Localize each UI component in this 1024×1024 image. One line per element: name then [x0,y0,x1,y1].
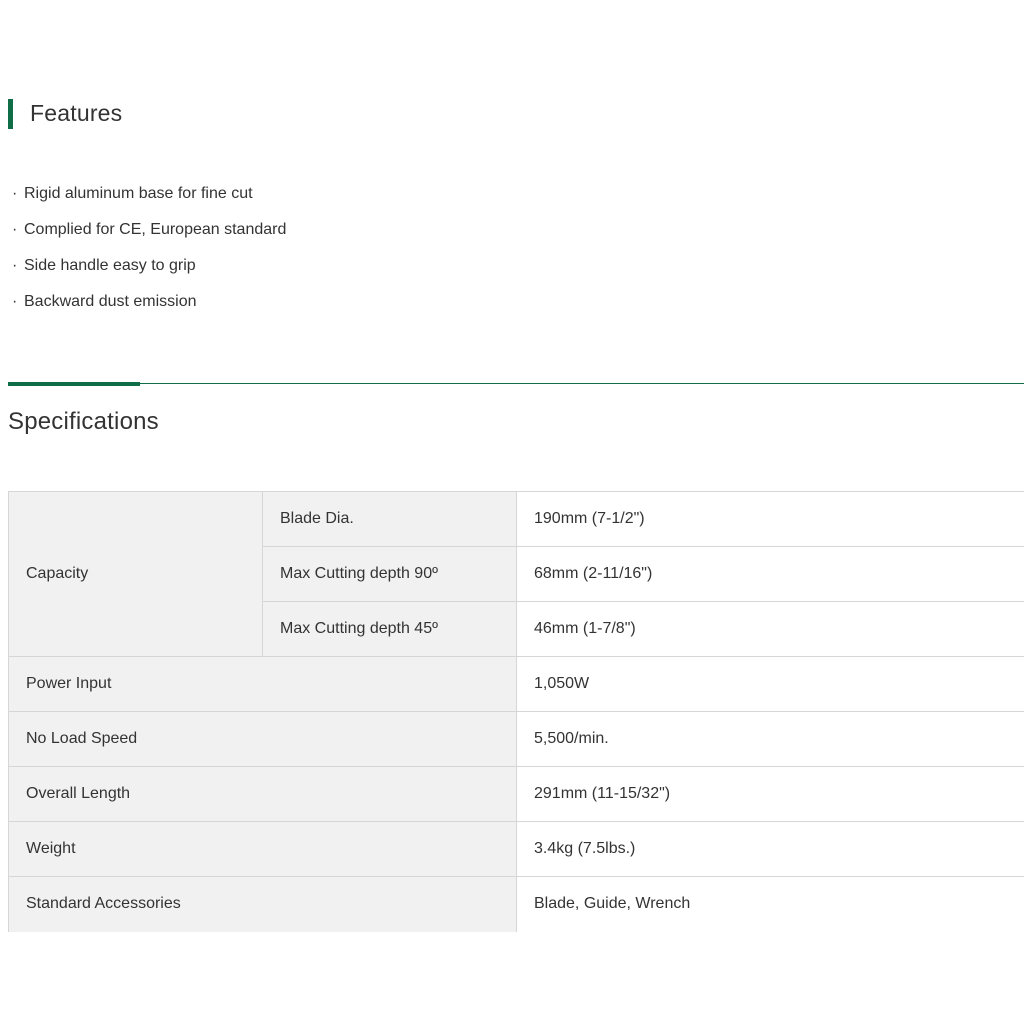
spec-label: Standard Accessories [8,876,517,932]
spec-sublabel: Blade Dia. [262,491,517,547]
spec-value: 190mm (7-1/2") [516,491,1024,547]
specifications-table: Capacity Blade Dia. 190mm (7-1/2") Max C… [8,491,1024,932]
spec-value: 68mm (2-11/16") [516,546,1024,602]
section-divider [8,383,1024,384]
feature-list: · Rigid aluminum base for fine cut · Com… [12,180,286,324]
spec-value: 291mm (11-15/32") [516,766,1024,822]
feature-text: Complied for CE, European standard [24,221,287,238]
feature-item: · Side handle easy to grip [12,252,286,288]
product-page: Features · Rigid aluminum base for fine … [0,0,1024,1024]
spec-value: Blade, Guide, Wrench [516,876,1024,932]
table-row: Power Input 1,050W [8,656,1024,712]
specifications-title: Specifications [8,408,159,435]
bullet-icon: · [12,293,18,310]
table-row: Overall Length 291mm (11-15/32") [8,766,1024,822]
features-accent-bar [8,98,13,129]
features-heading: Features [8,98,122,129]
table-row: Weight 3.4kg (7.5lbs.) [8,821,1024,877]
feature-item: · Backward dust emission [12,288,286,324]
capacity-label: Capacity [8,491,263,657]
feature-item: · Complied for CE, European standard [12,216,286,252]
spec-value: 46mm (1-7/8") [516,601,1024,657]
feature-item: · Rigid aluminum base for fine cut [12,180,286,216]
feature-text: Backward dust emission [24,293,197,310]
bullet-icon: · [12,221,18,238]
spec-sublabel: Max Cutting depth 90º [262,546,517,602]
spec-label: Weight [8,821,517,877]
table-row: No Load Speed 5,500/min. [8,711,1024,767]
spec-value: 1,050W [516,656,1024,712]
bullet-icon: · [12,257,18,274]
spec-label: Overall Length [8,766,517,822]
bullet-icon: · [12,185,18,202]
feature-text: Rigid aluminum base for fine cut [24,185,253,202]
features-title: Features [30,100,123,126]
section-divider-accent [8,382,140,386]
spec-value: 5,500/min. [516,711,1024,767]
spec-value: 3.4kg (7.5lbs.) [516,821,1024,877]
spec-sublabel: Max Cutting depth 45º [262,601,517,657]
table-row: Standard Accessories Blade, Guide, Wrenc… [8,876,1024,932]
spec-label: Power Input [8,656,517,712]
spec-label: No Load Speed [8,711,517,767]
feature-text: Side handle easy to grip [24,257,196,274]
table-row: Capacity Blade Dia. 190mm (7-1/2") [8,491,1024,657]
